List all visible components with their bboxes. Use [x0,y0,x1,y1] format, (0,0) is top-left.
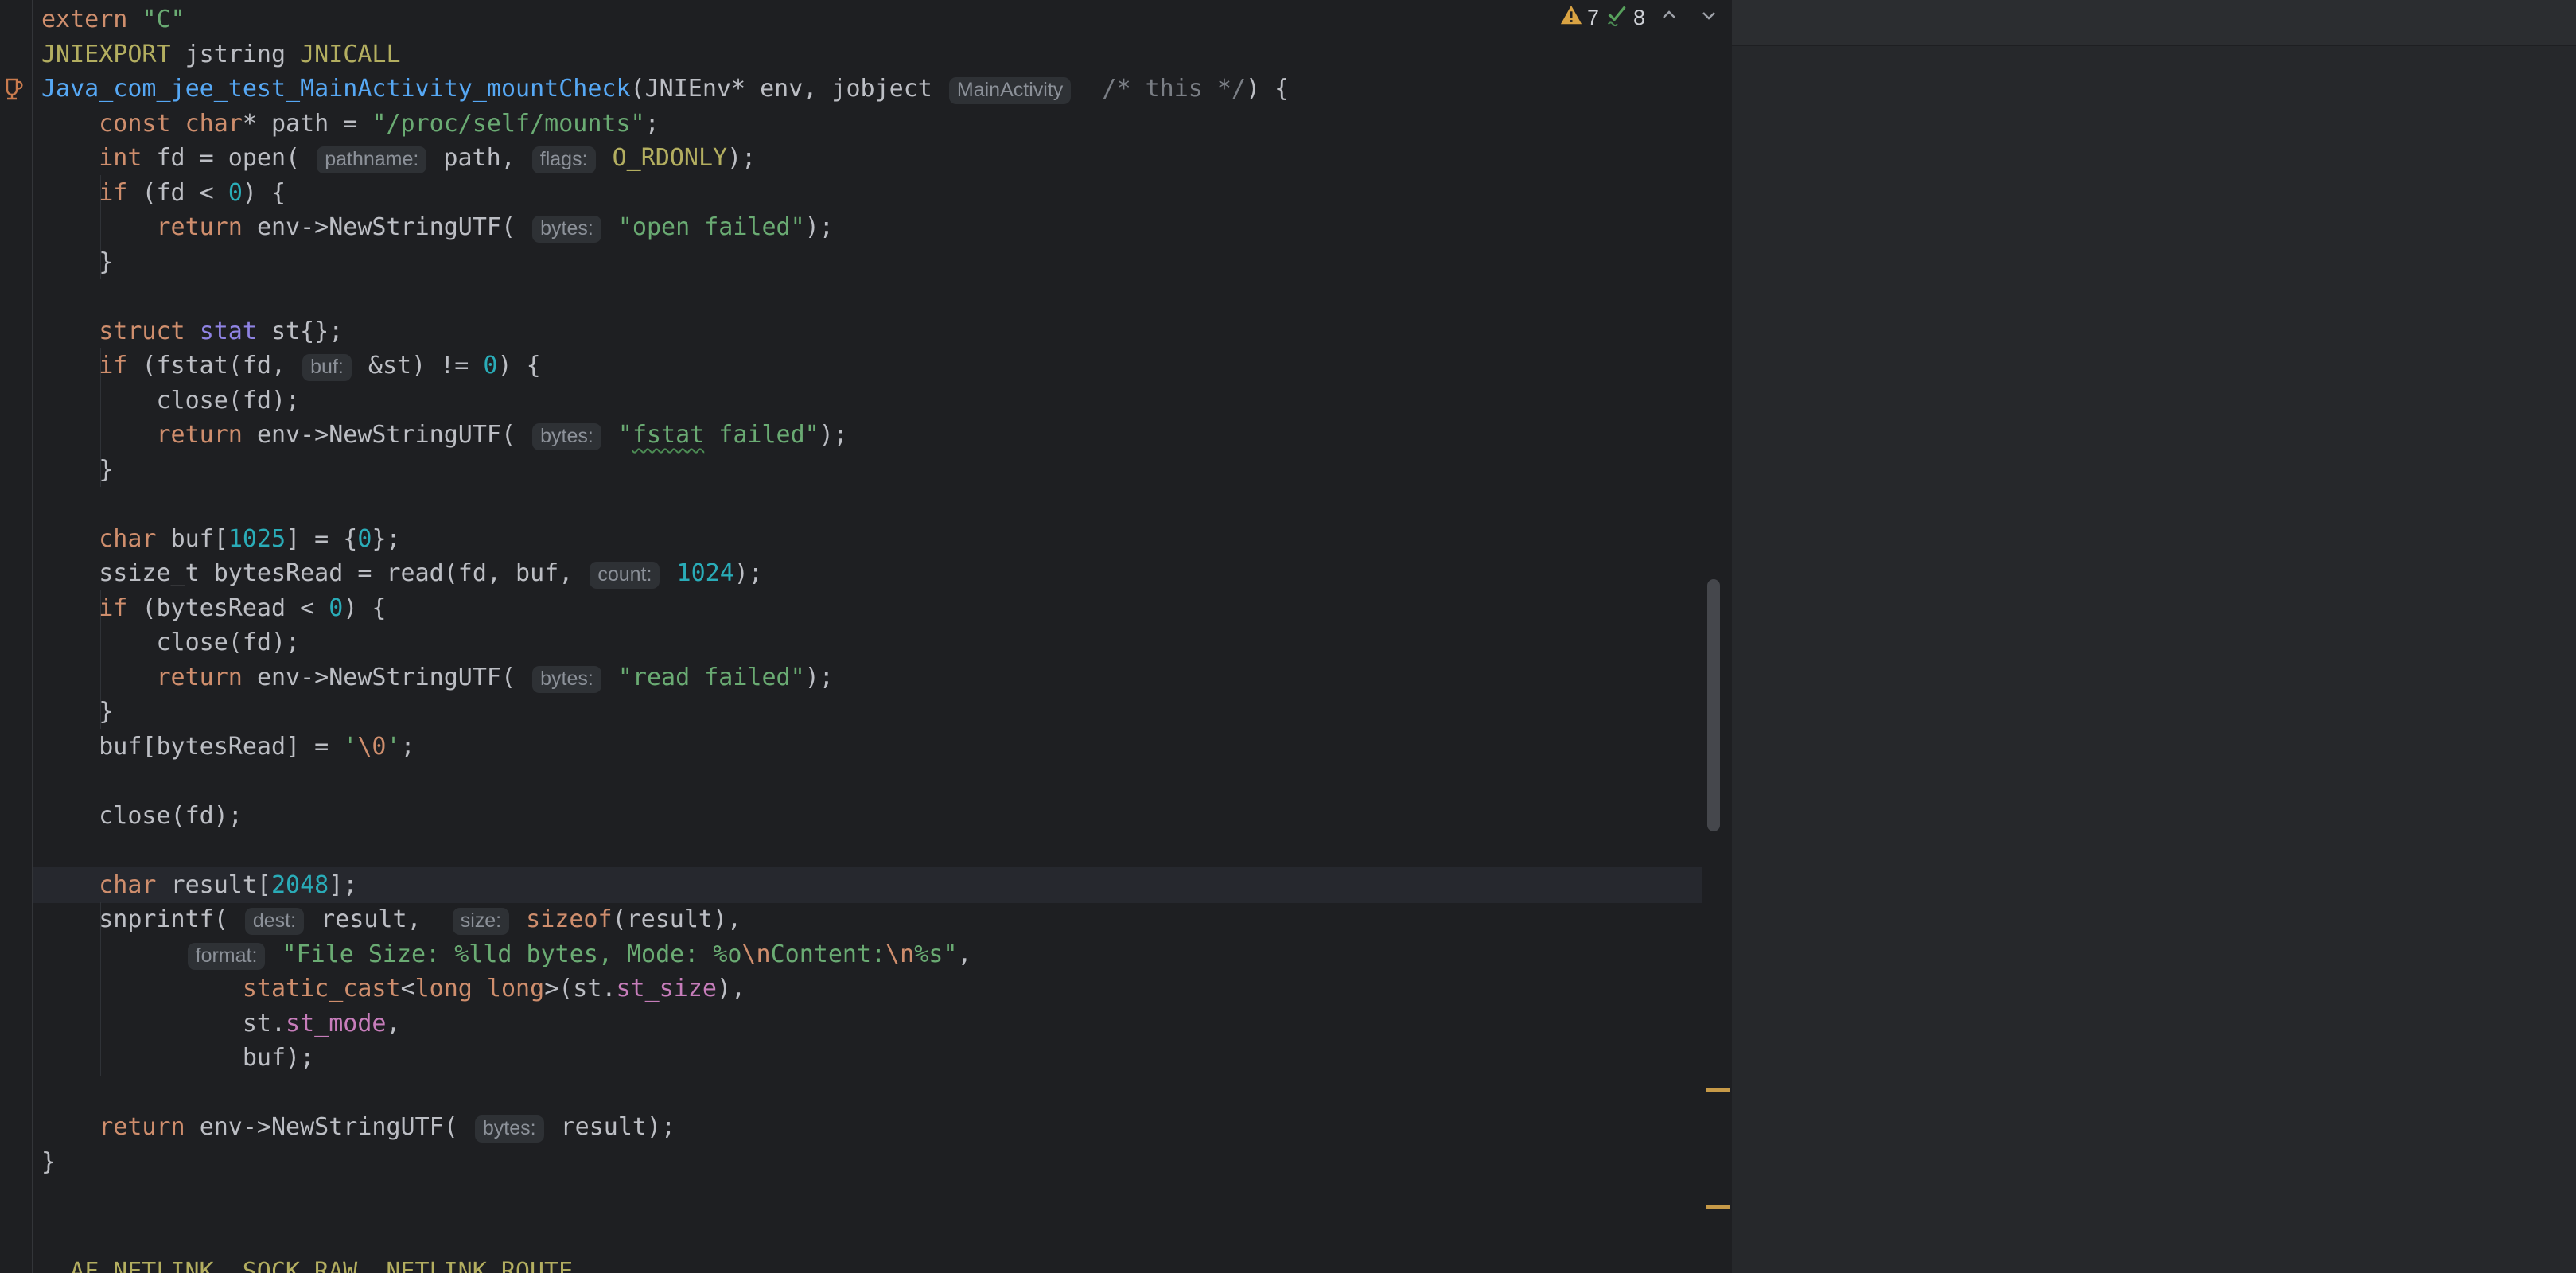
editor-gutter [0,0,33,1273]
warning-count: 7 [1587,5,1600,29]
code-line: buf); [41,1044,315,1072]
warning-icon [1559,3,1583,33]
inspections-widget: 7 8 [1559,2,1720,33]
code-line: return env->NewStringUTF( bytes: result)… [99,1113,676,1143]
code-line: close(fd); [41,386,301,415]
code-line: ssize_t bytesRead = read(fd, buf, count:… [41,559,763,589]
code-lines: extern "C" JNIEXPORT jstring JNICALL Java_… [41,2,1289,1179]
code-line: close(fd); [41,801,243,830]
warnings-indicator[interactable]: 7 [1559,3,1599,33]
code-line: static_cast<long long>(st.st_size), [242,975,746,1002]
code-line-clipped: AF_NETLINK, SOCK_RAW, NETLINK_ROUTE [70,1258,574,1273]
code-line: format: "File Size: %lld bytes, Mode: %o… [41,937,1289,972]
code-line: if (fd < 0) { [99,178,286,207]
typos-indicator[interactable]: 8 [1605,2,1645,33]
warning-stripe-mark[interactable] [1706,1205,1730,1209]
warning-stripe-mark[interactable] [1706,1088,1730,1092]
code-editor[interactable]: extern "C" JNIEXPORT jstring JNICALL Java_… [0,0,1732,1273]
code-line: } [41,1147,56,1176]
ok-count: 8 [1633,5,1646,29]
code-line: } [41,247,114,276]
next-problem-button[interactable] [1698,4,1720,32]
code-line: buf[bytesRead] = '\0'; [41,732,415,761]
code-line: char result[2048]; [99,870,358,899]
code-line: const char* path = "/proc/self/mounts"; [99,109,660,138]
code-line: JNIEXPORT jstring JNICALL [41,40,401,68]
code-line: char buf[1025] = {0}; [99,524,401,553]
emulator-panel: 9:26 JeeTest FStats /system Type:6126 [1732,0,2576,1273]
code-line: if (fstat(fd, buf: &st) != 0) { [99,352,541,381]
check-icon [1605,2,1629,33]
code-line: if (bytesRead < 0) { [99,594,387,622]
code-line: st.st_mode, [41,1009,401,1037]
code-line: int fd = open( pathname: path, flags: O_… [99,144,757,173]
code-line: Java_com_jee_test_MainActivity_mountChec… [41,75,1290,104]
code-line: return env->NewStringUTF( bytes: "open f… [156,213,834,243]
emulator-toolbar [1732,0,2576,46]
code-line: return env->NewStringUTF( bytes: "read f… [156,663,834,693]
jni-link-gutter-icon[interactable] [3,77,25,105]
code-line: close(fd); [41,629,301,656]
code-line: } [41,698,114,726]
code-line: extern "C" [41,6,185,33]
code-line: struct stat st{}; [99,317,344,345]
code-line: snprintf( dest: result, size: sizeof(res… [41,905,742,935]
code-line: return env->NewStringUTF( bytes: "fstat … [156,421,848,450]
prev-problem-button[interactable] [1658,4,1680,32]
code-line: } [41,455,114,484]
editor-scrollbar-thumb[interactable] [1707,579,1720,831]
